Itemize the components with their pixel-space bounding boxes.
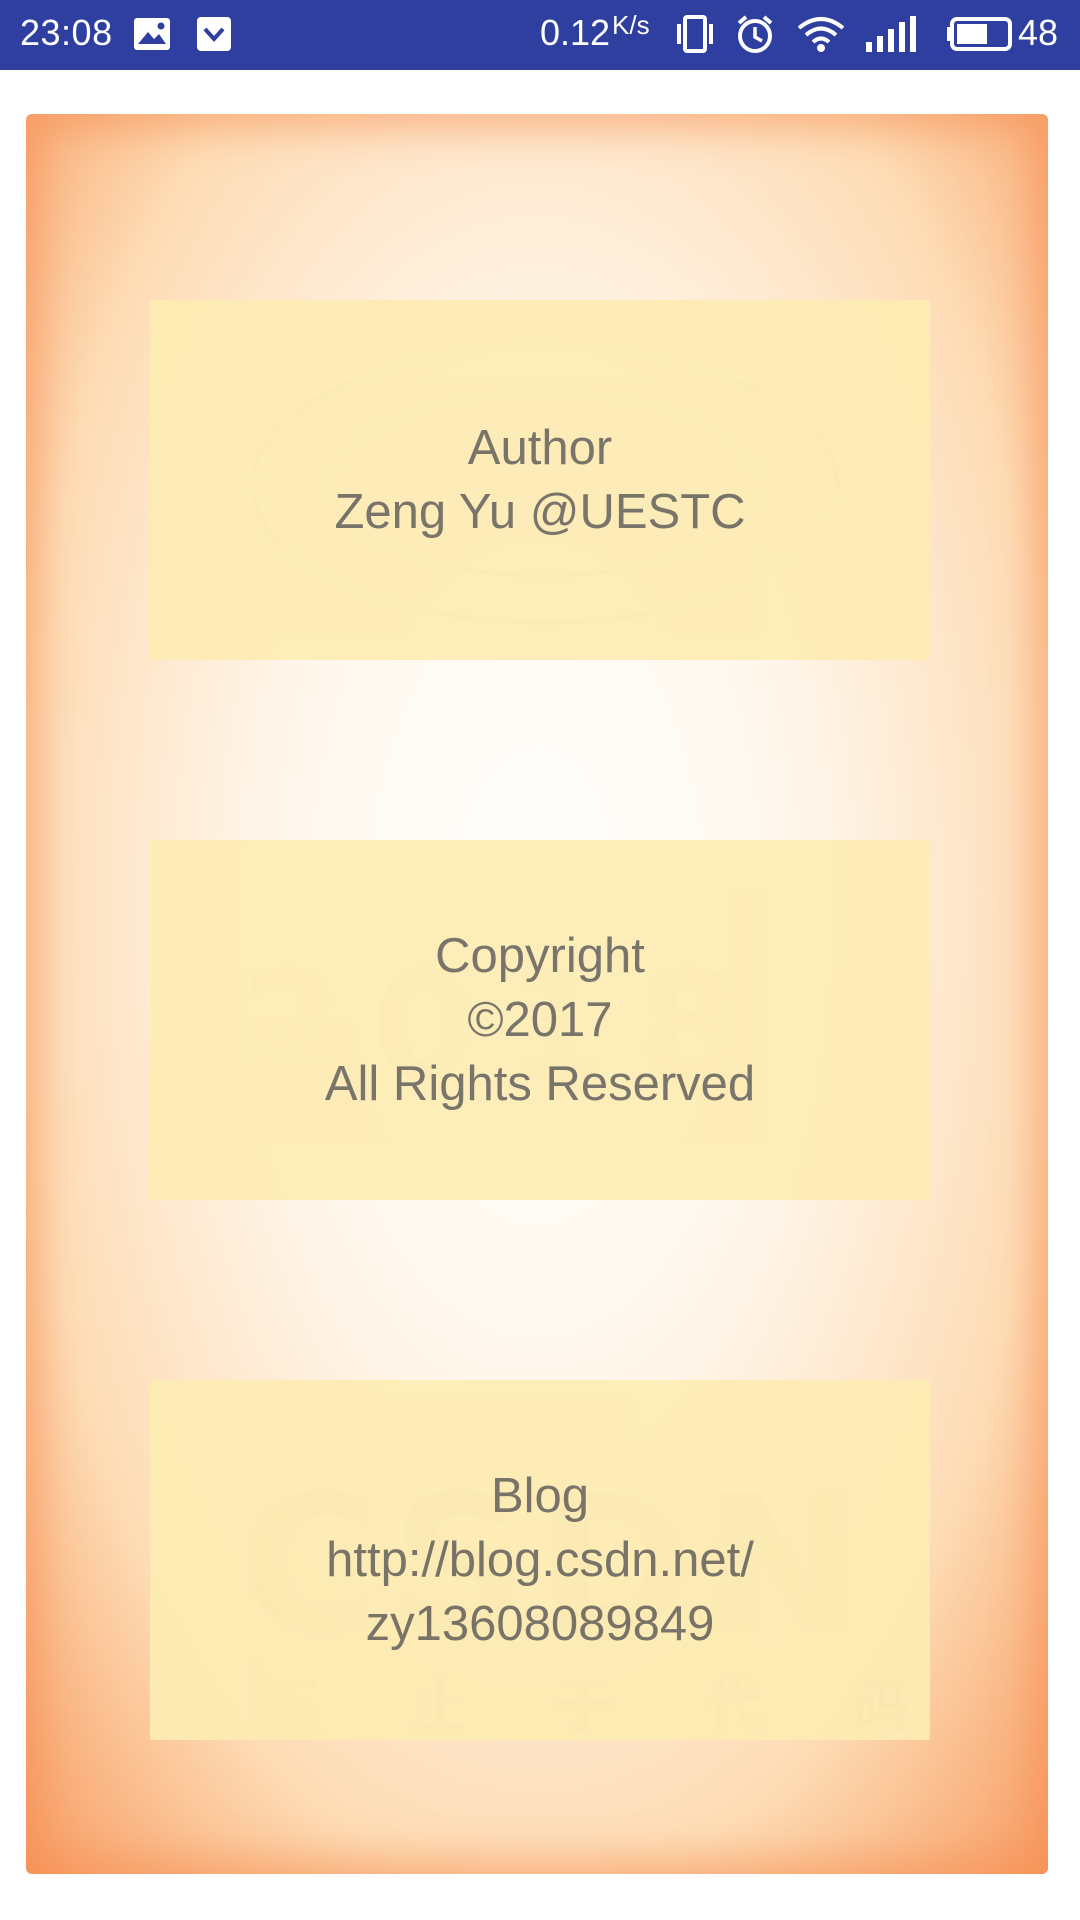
author-name: Zeng Yu @UESTC — [334, 485, 746, 539]
copyright-label: Copyright — [435, 929, 645, 983]
author-label: Author — [467, 421, 613, 475]
copyright-card: Copyright ©2017 All Rights Reserved — [150, 840, 930, 1200]
author-card: Author Zeng Yu @UESTC — [150, 300, 930, 660]
download-icon — [194, 14, 234, 59]
copyright-year: ©2017 — [467, 993, 613, 1047]
gallery-icon — [132, 14, 172, 59]
battery-percent: 48 — [1018, 12, 1059, 53]
vibrate-icon — [674, 14, 716, 59]
battery-icon — [944, 14, 1014, 59]
wifi-icon — [796, 14, 846, 59]
blog-card[interactable]: Blog http://blog.csdn.net/ zy13608089849 — [150, 1380, 930, 1740]
alarm-icon — [734, 14, 776, 61]
copyright-notice: All Rights Reserved — [324, 1057, 756, 1111]
blog-url-line2[interactable]: zy13608089849 — [326, 1592, 754, 1656]
net-speed: 0.12 — [540, 12, 611, 53]
status-bar: 23:08 0.12 K/s 48 — [0, 0, 1080, 70]
signal-icon — [864, 14, 920, 59]
blog-url-line1[interactable]: http://blog.csdn.net/ — [326, 1528, 754, 1592]
blog-label: Blog — [490, 1469, 590, 1523]
status-time: 23:08 — [20, 12, 113, 53]
net-speed-unit: K/s — [612, 10, 650, 40]
